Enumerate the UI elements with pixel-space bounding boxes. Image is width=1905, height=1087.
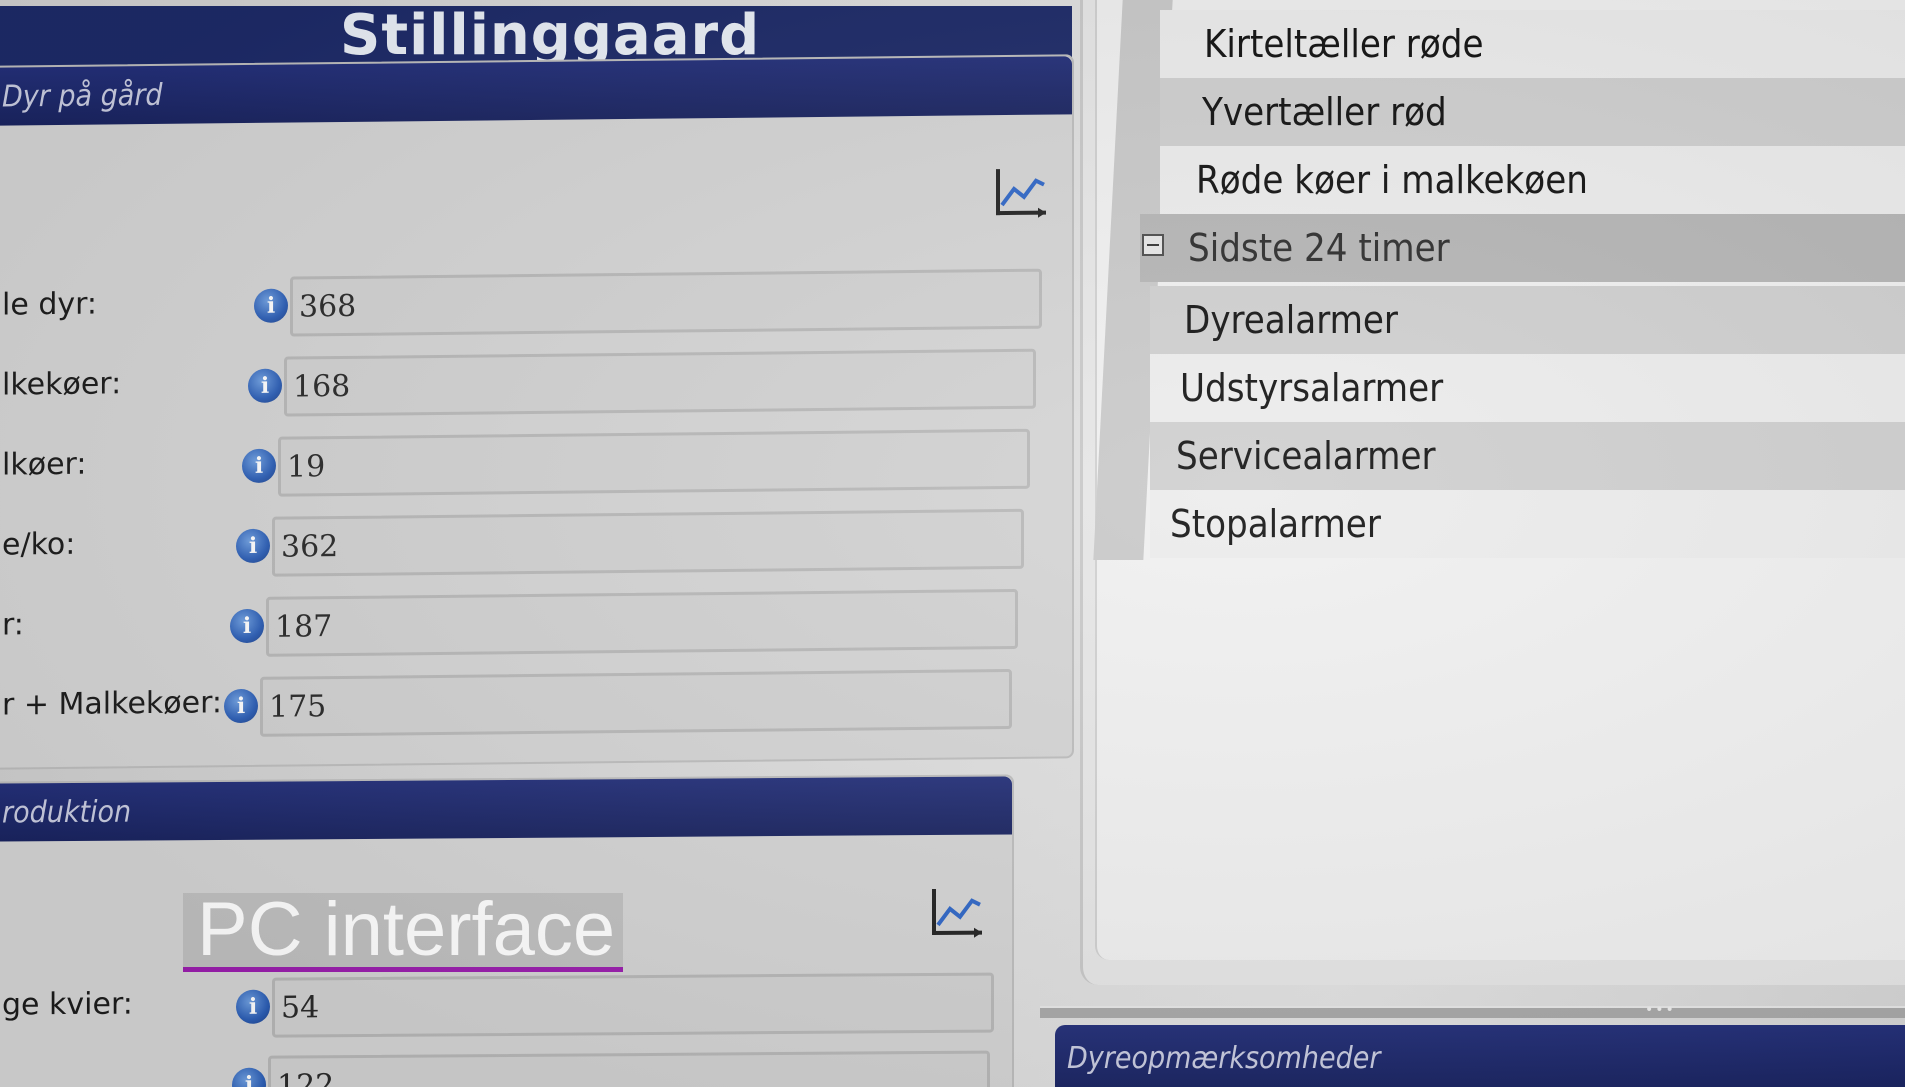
attention-panel-header: Dyreopmærksomheder (1055, 1025, 1905, 1087)
animals-row-label: lkøer: (2, 446, 87, 483)
production-panel-header: roduktion (0, 776, 1012, 842)
animals-value-field[interactable]: 368 (290, 268, 1042, 337)
tree-item-label: Kirteltæller røde (1204, 22, 1484, 66)
splitter-grip-icon[interactable]: ••• (1645, 1003, 1690, 1017)
animals-row: r: i 187 (0, 583, 1052, 666)
info-icon[interactable]: i (248, 368, 282, 403)
animals-value: 187 (275, 609, 333, 645)
production-panel-title: roduktion (2, 794, 132, 831)
animals-value: 175 (269, 689, 327, 725)
production-value-field[interactable]: 54 (272, 972, 994, 1038)
animals-value-field[interactable]: 187 (266, 588, 1018, 657)
animals-row: le dyr: i 368 (0, 263, 1052, 346)
attention-panel-title: Dyreopmærksomheder (1067, 1041, 1381, 1076)
panel-splitter[interactable] (1040, 1006, 1905, 1018)
farm-title: Stillinggaard (340, 3, 761, 68)
production-row: i 122 (0, 1044, 1052, 1087)
animals-value: 168 (293, 368, 351, 405)
tree-item[interactable]: Kirteltæller røde (1160, 10, 1905, 78)
animals-value: 19 (287, 449, 326, 485)
tree-item[interactable]: Stopalarmer (1150, 490, 1905, 558)
animals-row-label: r + Malkekøer: (2, 685, 223, 723)
tree-item-label: Servicealarmer (1176, 434, 1436, 478)
animals-row-label: le dyr: (2, 286, 98, 323)
animals-panel-header: Dyr på gård (0, 56, 1072, 126)
animals-value: 362 (281, 529, 339, 565)
production-chart-button[interactable] (926, 883, 986, 943)
info-icon[interactable]: i (242, 448, 276, 484)
production-row-label: ge kvier: (2, 986, 133, 1023)
animals-row-label: lkekøer: (2, 366, 122, 403)
animals-value-field[interactable]: 19 (278, 428, 1030, 497)
video-caption: PC interface (183, 892, 624, 972)
tree-item-label: Udstyrsalarmer (1180, 366, 1444, 410)
tree-group-label: Sidste 24 timer (1188, 226, 1450, 270)
animals-row: lkekøer: i 168 (0, 343, 1052, 426)
production-row: ge kvier: i 54 (0, 966, 1052, 1045)
animals-value-field[interactable]: 168 (284, 348, 1036, 417)
screen: Stillinggaard Dyr på gård le dyr: i 368 … (0, 0, 1905, 1087)
tree-item-label: Dyrealarmer (1184, 298, 1398, 342)
production-value: 54 (281, 990, 320, 1026)
line-chart-icon (996, 169, 1046, 218)
info-icon[interactable]: i (230, 608, 264, 644)
tree-item-label: Stopalarmer (1170, 502, 1381, 546)
info-icon[interactable]: i (232, 1067, 266, 1087)
animals-panel: Dyr på gård le dyr: i 368 lkekøer: i 168 (0, 54, 1074, 770)
animals-row: r + Malkekøer: i 175 (0, 663, 1052, 746)
tree-item-label: Yvertæller rød (1202, 90, 1447, 134)
animals-row-label: r: (2, 607, 24, 643)
production-value-field[interactable]: 122 (268, 1050, 990, 1087)
animals-row: lkøer: i 19 (0, 423, 1052, 506)
tree-group-last-24h[interactable]: Sidste 24 timer (1140, 214, 1905, 282)
animals-value-field[interactable]: 362 (272, 508, 1024, 577)
info-icon[interactable]: i (236, 989, 270, 1024)
production-value: 122 (277, 1068, 335, 1087)
info-icon[interactable]: i (224, 688, 258, 724)
animals-row: e/ko: i 362 (0, 503, 1052, 586)
tree-item[interactable]: Udstyrsalarmer (1150, 354, 1905, 422)
animals-panel-title: Dyr på gård (2, 77, 163, 115)
info-icon[interactable]: i (254, 288, 288, 323)
minus-box-icon[interactable] (1142, 234, 1164, 256)
tree-item[interactable]: Røde køer i malkekøen (1160, 146, 1905, 214)
tree-item[interactable]: Yvertæller rød (1160, 78, 1905, 146)
animals-value-field[interactable]: 175 (260, 668, 1012, 737)
line-chart-icon (932, 888, 982, 938)
animals-value: 368 (299, 288, 357, 325)
info-icon[interactable]: i (236, 528, 270, 564)
animals-chart-button[interactable] (990, 163, 1050, 224)
tree-item-label: Røde køer i malkekøen (1196, 158, 1588, 202)
tree-item[interactable]: Dyrealarmer (1150, 286, 1905, 354)
animals-row-label: e/ko: (2, 526, 76, 563)
tree-item[interactable]: Servicealarmer (1150, 422, 1905, 490)
